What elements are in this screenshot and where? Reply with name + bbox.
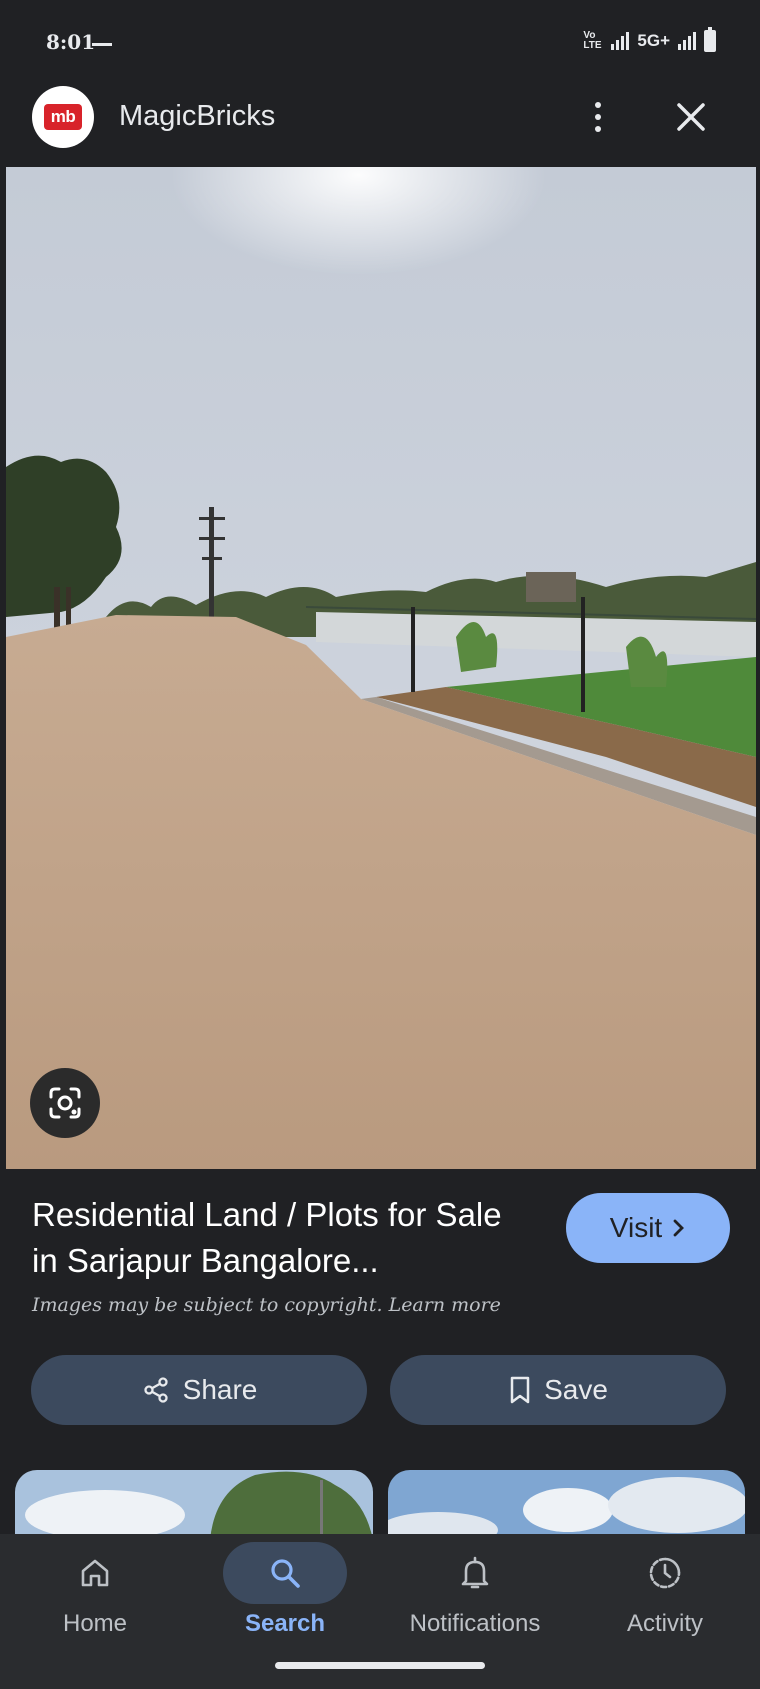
result-image[interactable] bbox=[6, 167, 756, 1169]
nav-home-label: Home bbox=[62, 1610, 128, 1637]
result-title[interactable]: Residential Land / Plots for Sale in Sar… bbox=[32, 1192, 532, 1284]
bookmark-icon bbox=[510, 1376, 530, 1404]
signal-icon bbox=[611, 32, 630, 50]
logo-text: mb bbox=[44, 104, 82, 130]
site-title: MagicBricks bbox=[119, 100, 276, 132]
status-icons: Vo LTE 5G+ bbox=[583, 27, 716, 52]
share-icon bbox=[143, 1377, 168, 1403]
nav-search-label: Search bbox=[244, 1610, 326, 1637]
related-result-thumbnail[interactable] bbox=[388, 1470, 745, 1540]
share-label: Share bbox=[182, 1374, 258, 1405]
visit-button[interactable]: Visit bbox=[566, 1193, 730, 1263]
google-lens-button[interactable] bbox=[30, 1068, 100, 1138]
nav-activity-label: Activity bbox=[626, 1610, 703, 1637]
search-icon bbox=[271, 1559, 300, 1588]
app-header: mb MagicBricks bbox=[0, 86, 760, 166]
gesture-home-indicator[interactable] bbox=[275, 1662, 485, 1669]
home-icon bbox=[81, 1559, 109, 1587]
lens-icon bbox=[49, 1087, 81, 1119]
chevron-right-icon bbox=[673, 1219, 685, 1237]
activity-icon bbox=[649, 1557, 681, 1589]
visit-label: Visit bbox=[609, 1212, 663, 1243]
notification-indicator bbox=[92, 43, 112, 46]
status-bar: 8:01 Vo LTE 5G+ bbox=[0, 0, 760, 86]
more-vert-icon[interactable] bbox=[578, 94, 618, 140]
share-button[interactable]: Share bbox=[31, 1355, 367, 1425]
battery-icon bbox=[704, 27, 716, 52]
nav-notifications-label: Notifications bbox=[409, 1610, 541, 1637]
bell-icon bbox=[461, 1556, 489, 1589]
nav-notifications[interactable]: Notifications bbox=[380, 1534, 570, 1654]
status-time: 8:01 bbox=[46, 30, 96, 54]
close-icon[interactable] bbox=[668, 94, 714, 140]
save-button[interactable]: Save bbox=[390, 1355, 726, 1425]
save-label: Save bbox=[544, 1374, 608, 1405]
nav-search[interactable]: Search bbox=[190, 1534, 380, 1654]
signal-icon-2 bbox=[678, 32, 696, 50]
nav-activity[interactable]: Activity bbox=[570, 1534, 760, 1654]
network-type: 5G+ bbox=[637, 31, 670, 50]
site-logo[interactable]: mb bbox=[32, 86, 94, 148]
copyright-notice[interactable]: Images may be subject to copyright. Lear… bbox=[32, 1294, 501, 1316]
related-result-thumbnail[interactable] bbox=[15, 1470, 373, 1540]
volte-icon: Vo LTE bbox=[583, 30, 602, 51]
nav-home[interactable]: Home bbox=[0, 1534, 190, 1654]
